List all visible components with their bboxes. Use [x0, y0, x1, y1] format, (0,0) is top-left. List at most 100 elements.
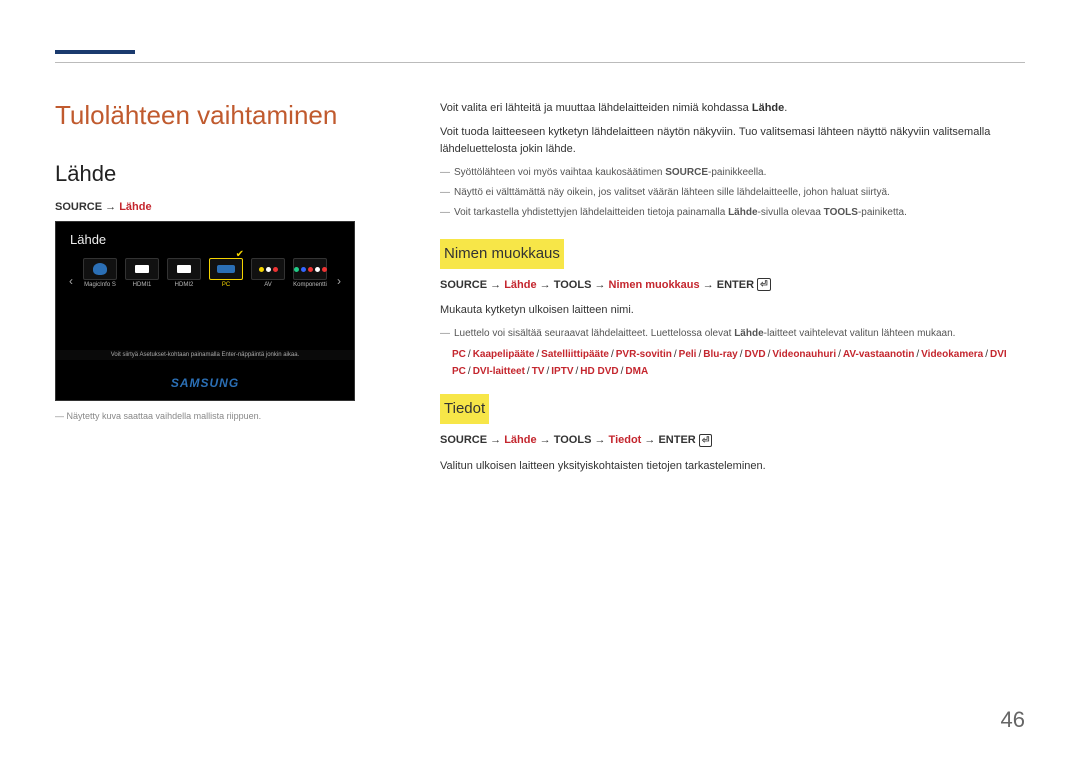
bc-arrow: →: [641, 434, 658, 446]
bc-part-red: Tiedot: [609, 434, 642, 446]
section-heading-tiedot: Tiedot: [440, 394, 489, 424]
separator: /: [609, 349, 616, 360]
separator: /: [466, 366, 473, 377]
breadcrumb-arrow: →: [102, 201, 119, 213]
footnote-text: Näytetty kuva saattaa vaihdella mallista…: [67, 411, 262, 421]
left-column: Tulolähteen vaihtaminen Lähde SOURCE → L…: [55, 100, 400, 481]
device-item: Videokamera: [921, 349, 983, 360]
header-accent: [55, 50, 135, 54]
header-rule: [55, 62, 1025, 63]
source-icon: ✔: [209, 258, 243, 280]
text: -sivulla olevaa: [758, 207, 824, 218]
bc-part: TOOLS: [554, 279, 592, 291]
device-item: TV: [532, 366, 545, 377]
bc-arrow: →: [537, 279, 554, 291]
nav-right-icon[interactable]: ›: [334, 258, 344, 288]
inline-bold: SOURCE: [665, 167, 708, 178]
bc-part: SOURCE: [440, 279, 487, 291]
sec1-text: Mukauta kytketyn ulkoisen laitteen nimi.: [440, 302, 1025, 320]
separator: /: [983, 349, 990, 360]
text: -laitteet vaihtelevat valitun lähteen mu…: [764, 328, 956, 339]
bc-part-red: Lähde: [504, 434, 536, 446]
source-item-hdmi2[interactable]: HDMI2: [164, 258, 204, 288]
device-item: Satelliittipääte: [541, 349, 609, 360]
breadcrumb-part-target: Lähde: [119, 201, 151, 213]
source-label: HDMI1: [122, 282, 162, 288]
breadcrumb-nimen-muokkaus: SOURCE → Lähde → TOOLS → Nimen muokkaus …: [440, 277, 1025, 295]
bc-part: ENTER: [717, 279, 754, 291]
breadcrumb-source: SOURCE → Lähde: [55, 201, 400, 213]
text: .: [784, 102, 787, 114]
source-icon: [125, 258, 159, 280]
source-strip: ‹ MagicInfo SHDMI1HDMI2✔PCAVKomponentti …: [66, 258, 344, 288]
source-label: PC: [206, 282, 246, 288]
source-icon: [167, 258, 201, 280]
source-label: AV: [248, 282, 288, 288]
inline-bold: Lähde: [752, 102, 784, 114]
page-number: 46: [1001, 707, 1025, 733]
source-item-hdmi1[interactable]: HDMI1: [122, 258, 162, 288]
separator: /: [836, 349, 843, 360]
device-item: DVI-laitteet: [473, 366, 525, 377]
page-title: Tulolähteen vaihtaminen: [55, 100, 400, 131]
enter-icon: ⏎: [757, 278, 771, 291]
device-item: AV-vastaanotin: [843, 349, 915, 360]
screenshot-footnote: ― Näytetty kuva saattaa vaihdella mallis…: [55, 411, 400, 421]
source-icon: [83, 258, 117, 280]
text: Syöttölähteen voi myös vaihtaa kaukosäät…: [454, 167, 665, 178]
separator: /: [672, 349, 679, 360]
enter-icon: ⏎: [699, 434, 713, 447]
source-item-av[interactable]: AV: [248, 258, 288, 288]
bc-arrow: →: [537, 434, 554, 446]
inline-bold: Lähde: [728, 207, 757, 218]
check-icon: ✔: [236, 249, 244, 260]
device-item: HD DVD: [580, 366, 618, 377]
text: -painiketta.: [858, 207, 907, 218]
right-column: Voit valita eri lähteitä ja muuttaa lähd…: [440, 100, 1025, 481]
inline-bold: TOOLS: [824, 207, 858, 218]
device-item: Kaapelipääte: [473, 349, 535, 360]
samsung-logo: SAMSUNG: [56, 376, 354, 390]
source-label: Komponentti: [290, 282, 330, 288]
bc-part: TOOLS: [554, 434, 592, 446]
source-items: MagicInfo SHDMI1HDMI2 ✔ PCAVKomponentti: [80, 258, 330, 288]
source-label: MagicInfo S: [80, 282, 120, 288]
separator: /: [525, 366, 532, 377]
sec2-text: Valitun ulkoisen laitteen yksityiskohtai…: [440, 458, 1025, 476]
sec1-dash-note: Luettelo voi sisältää seuraavat lähdelai…: [440, 326, 1025, 342]
tv-screenshot-title: Lähde: [70, 232, 106, 247]
intro-paragraph-2: Voit tuoda laitteeseen kytketyn lähdelai…: [440, 124, 1025, 159]
bc-part: SOURCE: [440, 434, 487, 446]
bc-arrow: →: [487, 279, 504, 291]
device-item: PC: [452, 349, 466, 360]
bc-part-red: Nimen muokkaus: [609, 279, 700, 291]
text: Luettelo voi sisältää seuraavat lähdelai…: [454, 328, 734, 339]
device-item: PVR-sovitin: [616, 349, 672, 360]
dash-note-1: Syöttölähteen voi myös vaihtaa kaukosäät…: [440, 165, 1025, 181]
inline-bold: Lähde: [734, 328, 763, 339]
device-list: PC/Kaapelipääte/Satelliittipääte/PVR-sov…: [440, 346, 1025, 380]
source-item-pc[interactable]: ✔ PC: [206, 258, 246, 288]
source-label: HDMI2: [164, 282, 204, 288]
bc-arrow: →: [487, 434, 504, 446]
nav-left-icon[interactable]: ‹: [66, 258, 76, 288]
bc-arrow: →: [591, 434, 608, 446]
tv-screenshot: Lähde ‹ MagicInfo SHDMI1HDMI2 ✔ PCAVKompon…: [55, 221, 355, 401]
device-item: Blu-ray: [703, 349, 737, 360]
bc-arrow: →: [591, 279, 608, 291]
device-item: DVD: [744, 349, 765, 360]
source-icon: [293, 258, 327, 280]
device-item: Peli: [679, 349, 697, 360]
bc-part-red: Lähde: [504, 279, 536, 291]
source-item-magicinfo-s[interactable]: MagicInfo S: [80, 258, 120, 288]
separator: /: [466, 349, 473, 360]
source-item-komponentti[interactable]: Komponentti: [290, 258, 330, 288]
bc-part: ENTER: [658, 434, 695, 446]
text: Voit valita eri lähteitä ja muuttaa lähd…: [440, 102, 752, 114]
source-icon: [251, 258, 285, 280]
device-item: DMA: [625, 366, 648, 377]
tv-hint-bar: Voit siirtyä Asetukset-kohtaan painamall…: [56, 350, 354, 360]
text: Voit tarkastella yhdistettyjen lähdelait…: [454, 207, 728, 218]
intro-paragraph-1: Voit valita eri lähteitä ja muuttaa lähd…: [440, 100, 1025, 118]
device-item: Videonauhuri: [772, 349, 836, 360]
